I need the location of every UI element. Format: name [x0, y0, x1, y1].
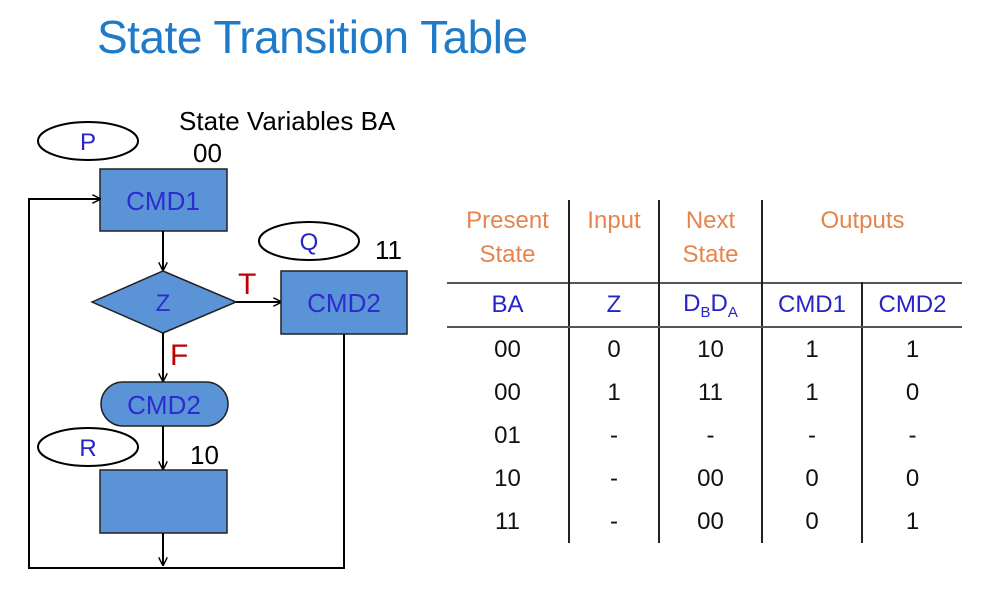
table-header-row: Present State Input Next State Outputs	[447, 200, 962, 283]
subheader-db-sub: B	[700, 303, 711, 321]
cell-cmd1: 1	[762, 327, 863, 371]
table-row: 00 0 10 1 1	[447, 327, 962, 371]
state-variables-label: State Variables BA	[179, 106, 396, 136]
subheader-db-d: D	[683, 289, 701, 317]
cell-present: 01	[447, 414, 570, 457]
header-outputs: Outputs	[762, 200, 962, 283]
cell-cmd1: -	[762, 414, 863, 457]
cell-cmd2: 0	[905, 378, 920, 406]
state-p-code: 00	[193, 138, 222, 168]
cell-cmd2: 1	[905, 507, 920, 535]
state-q-name: Q	[300, 229, 319, 256]
cell-input: -	[569, 457, 660, 500]
header-next-l1: Next	[685, 207, 736, 234]
true-label: T	[238, 268, 256, 301]
false-label: F	[170, 339, 188, 372]
cell-present: 00	[447, 371, 570, 414]
cell-input: 0	[569, 327, 660, 371]
cell-input: 1	[569, 371, 660, 414]
state-q-code: 11	[375, 235, 402, 265]
subheader-next-vars: DBDA	[659, 282, 763, 328]
cell-next: 11	[659, 371, 763, 414]
cell-present: 00	[447, 327, 570, 371]
header-outputs-text: Outputs	[820, 207, 905, 234]
decision-z-label: Z	[156, 290, 171, 317]
cell-next: 00	[659, 457, 763, 500]
cell-cmd2: 0	[905, 464, 920, 492]
state-r-box	[99, 469, 228, 534]
cell-present: 10	[447, 457, 570, 500]
table-row: 00 1 11 1 0	[447, 371, 962, 414]
subheader-ba: BA	[447, 282, 570, 328]
cell-present: 11	[447, 500, 570, 543]
cell-cmd1: 0	[762, 500, 863, 543]
cell-input: -	[569, 414, 660, 457]
table-row: 11 - 00 0 1	[447, 500, 962, 543]
table-subheader-row: BA Z DBDA CMD1 CMD2	[447, 282, 962, 328]
cell-next: 10	[659, 327, 763, 371]
cmd2-conditional-label: CMD2	[127, 390, 201, 420]
cmd1-label: CMD1	[126, 186, 200, 216]
header-next-state: Next State	[659, 200, 763, 283]
subheader-cmd2: CMD2	[862, 282, 962, 328]
cell-input: -	[569, 500, 660, 543]
asm-chart: State Variables BA P 00 CMD1 Z T Q 11 CM…	[28, 106, 408, 569]
subheader-cmd1: CMD1	[762, 282, 863, 328]
cell-cmd2: -	[908, 421, 917, 449]
header-present-l1: Present	[466, 207, 549, 234]
header-present-l2: State	[479, 241, 536, 268]
header-input-text: Input	[587, 207, 641, 234]
subheader-da-d: D	[710, 289, 728, 317]
header-input: Input	[569, 200, 660, 283]
state-r-name: R	[79, 435, 96, 462]
cell-next: 00	[659, 500, 763, 543]
header-next-l2: State	[682, 241, 739, 268]
cell-next: -	[659, 414, 763, 457]
cell-cmd1: 1	[762, 371, 863, 414]
table-row: 10 - 00 0 0	[447, 457, 962, 500]
state-transition-table: Present State Input Next State Outputs B…	[447, 200, 962, 543]
table-row: 01 - - - -	[447, 414, 962, 457]
header-present-state: Present State	[447, 200, 570, 283]
cmd2-state-label: CMD2	[307, 288, 381, 318]
subheader-z: Z	[569, 282, 660, 328]
cell-cmd1: 0	[762, 457, 863, 500]
state-p-name: P	[80, 129, 96, 156]
cell-cmd2: 1	[905, 335, 920, 363]
state-r-code: 10	[190, 440, 219, 470]
subheader-da-sub: A	[727, 303, 738, 321]
